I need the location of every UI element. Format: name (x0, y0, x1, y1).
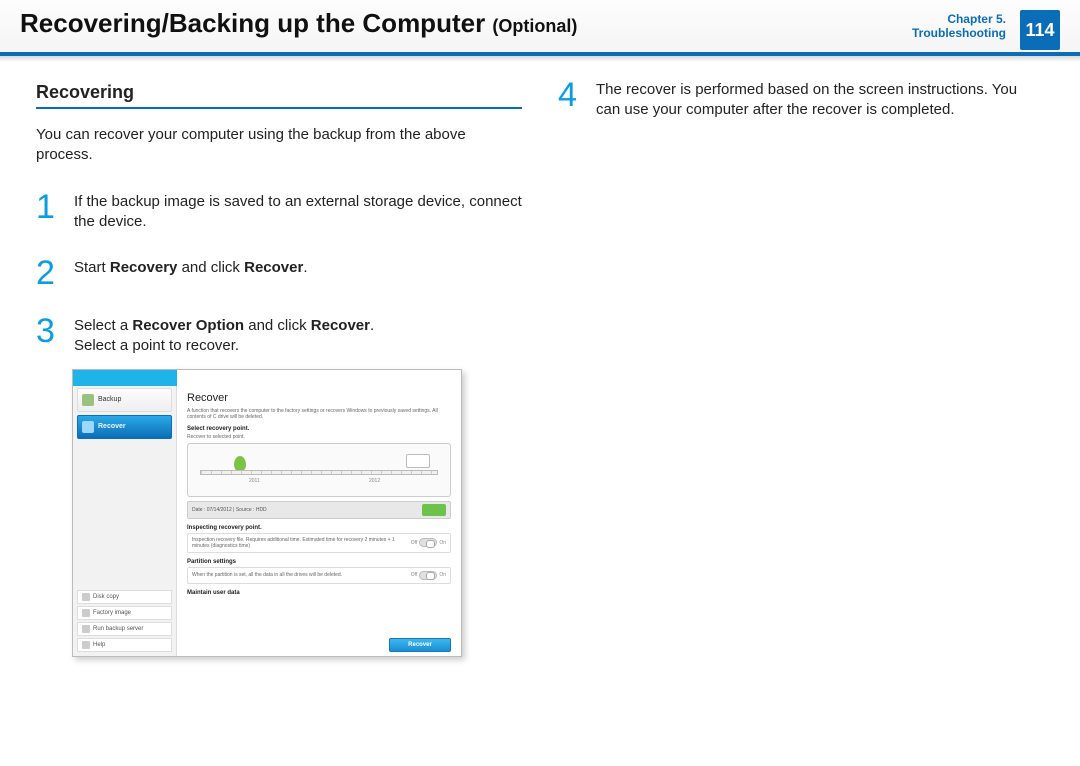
page-title: Recovering/Backing up the Computer (Opti… (20, 8, 577, 39)
step-4: 4 The recover is performed based on the … (558, 78, 1044, 121)
sidebar-item-help[interactable]: Help (77, 638, 172, 652)
backup-icon (82, 394, 94, 406)
timeline-year-right: 2012 (369, 478, 380, 484)
header-right: Chapter 5. Troubleshooting 114 (912, 8, 1060, 50)
select-recovery-point-sub: Recover to selected point. (187, 434, 451, 440)
partition-toggle[interactable]: OffOn (411, 571, 446, 580)
left-column: Recovering You can recover your computer… (36, 82, 522, 657)
section-intro: You can recover your computer using the … (36, 125, 522, 166)
page-header: Recovering/Backing up the Computer (Opti… (0, 0, 1080, 56)
chapter-label: Chapter 5. Troubleshooting (912, 12, 1006, 41)
sidebar-item-disk-copy[interactable]: Disk copy (77, 590, 172, 604)
right-column: 4 The recover is performed based on the … (558, 82, 1044, 657)
recover-button[interactable]: Recover (389, 638, 451, 652)
content-columns: Recovering You can recover your computer… (0, 62, 1080, 657)
title-suffix: (Optional) (492, 16, 577, 36)
embedded-screenshot: Backup Recover Disk copy Factory image R… (72, 369, 462, 657)
inspect-text: Inspection recovery file. Requires addit… (192, 537, 411, 549)
page-number-badge: 114 (1020, 10, 1060, 50)
maintain-label: Maintain user data (187, 590, 451, 596)
partition-row: When the partition is set, all the data … (187, 567, 451, 584)
sidebar-item-recover[interactable]: Recover (77, 415, 172, 439)
timeline-card-icon (406, 454, 430, 468)
chapter-line2: Troubleshooting (912, 26, 1006, 40)
info-action-button[interactable] (422, 504, 446, 516)
recover-button-row: Recover (389, 638, 451, 652)
chapter-line1: Chapter 5. (912, 12, 1006, 26)
timeline-track (200, 470, 438, 475)
section-title: Recovering (36, 82, 522, 109)
step-body: Start Recovery and click Recover. (74, 256, 307, 290)
step-number: 1 (36, 190, 62, 233)
sidebar-item-backup[interactable]: Backup (77, 388, 172, 412)
inspect-label: Inspecting recovery point. (187, 525, 451, 531)
step-number: 2 (36, 256, 62, 290)
panel-description: A function that recovers the computer to… (187, 408, 451, 420)
app-main-panel: Recover A function that recovers the com… (177, 370, 461, 656)
recovery-info-row: Date : 07/14/2012 | Source : HDD (187, 501, 451, 519)
title-main: Recovering/Backing up the Computer (20, 8, 485, 38)
recovery-timeline[interactable]: 2011 2012 (194, 450, 444, 490)
inspect-toggle[interactable]: OffOn (411, 538, 446, 547)
step-number: 4 (558, 78, 584, 121)
inspect-row: Inspection recovery file. Requires addit… (187, 533, 451, 553)
panel-title: Recover (187, 392, 451, 404)
recovery-info-text: Date : 07/14/2012 | Source : HDD (192, 507, 267, 513)
partition-label: Partition settings (187, 559, 451, 565)
app-sidebar: Backup Recover Disk copy Factory image R… (73, 370, 177, 656)
sidebar-item-factory-image[interactable]: Factory image (77, 606, 172, 620)
help-icon (82, 641, 90, 649)
step-body: If the backup image is saved to an exter… (74, 190, 522, 233)
step-body: The recover is performed based on the sc… (596, 78, 1044, 121)
step-3: 3 Select a Recover Option and click Reco… (36, 314, 522, 357)
partition-text: When the partition is set, all the data … (192, 572, 342, 578)
sidebar-item-run-backup-server[interactable]: Run backup server (77, 622, 172, 636)
step-2: 2 Start Recovery and click Recover. (36, 256, 522, 290)
recovery-timeline-panel: 2011 2012 (187, 443, 451, 497)
select-recovery-point-label: Select recovery point. (187, 426, 451, 432)
step-1: 1 If the backup image is saved to an ext… (36, 190, 522, 233)
recover-icon (82, 421, 94, 433)
step-number: 3 (36, 314, 62, 357)
server-icon (82, 625, 90, 633)
step-body: Select a Recover Option and click Recove… (74, 314, 374, 357)
disk-icon (82, 593, 90, 601)
timeline-year-left: 2011 (249, 478, 260, 484)
factory-icon (82, 609, 90, 617)
